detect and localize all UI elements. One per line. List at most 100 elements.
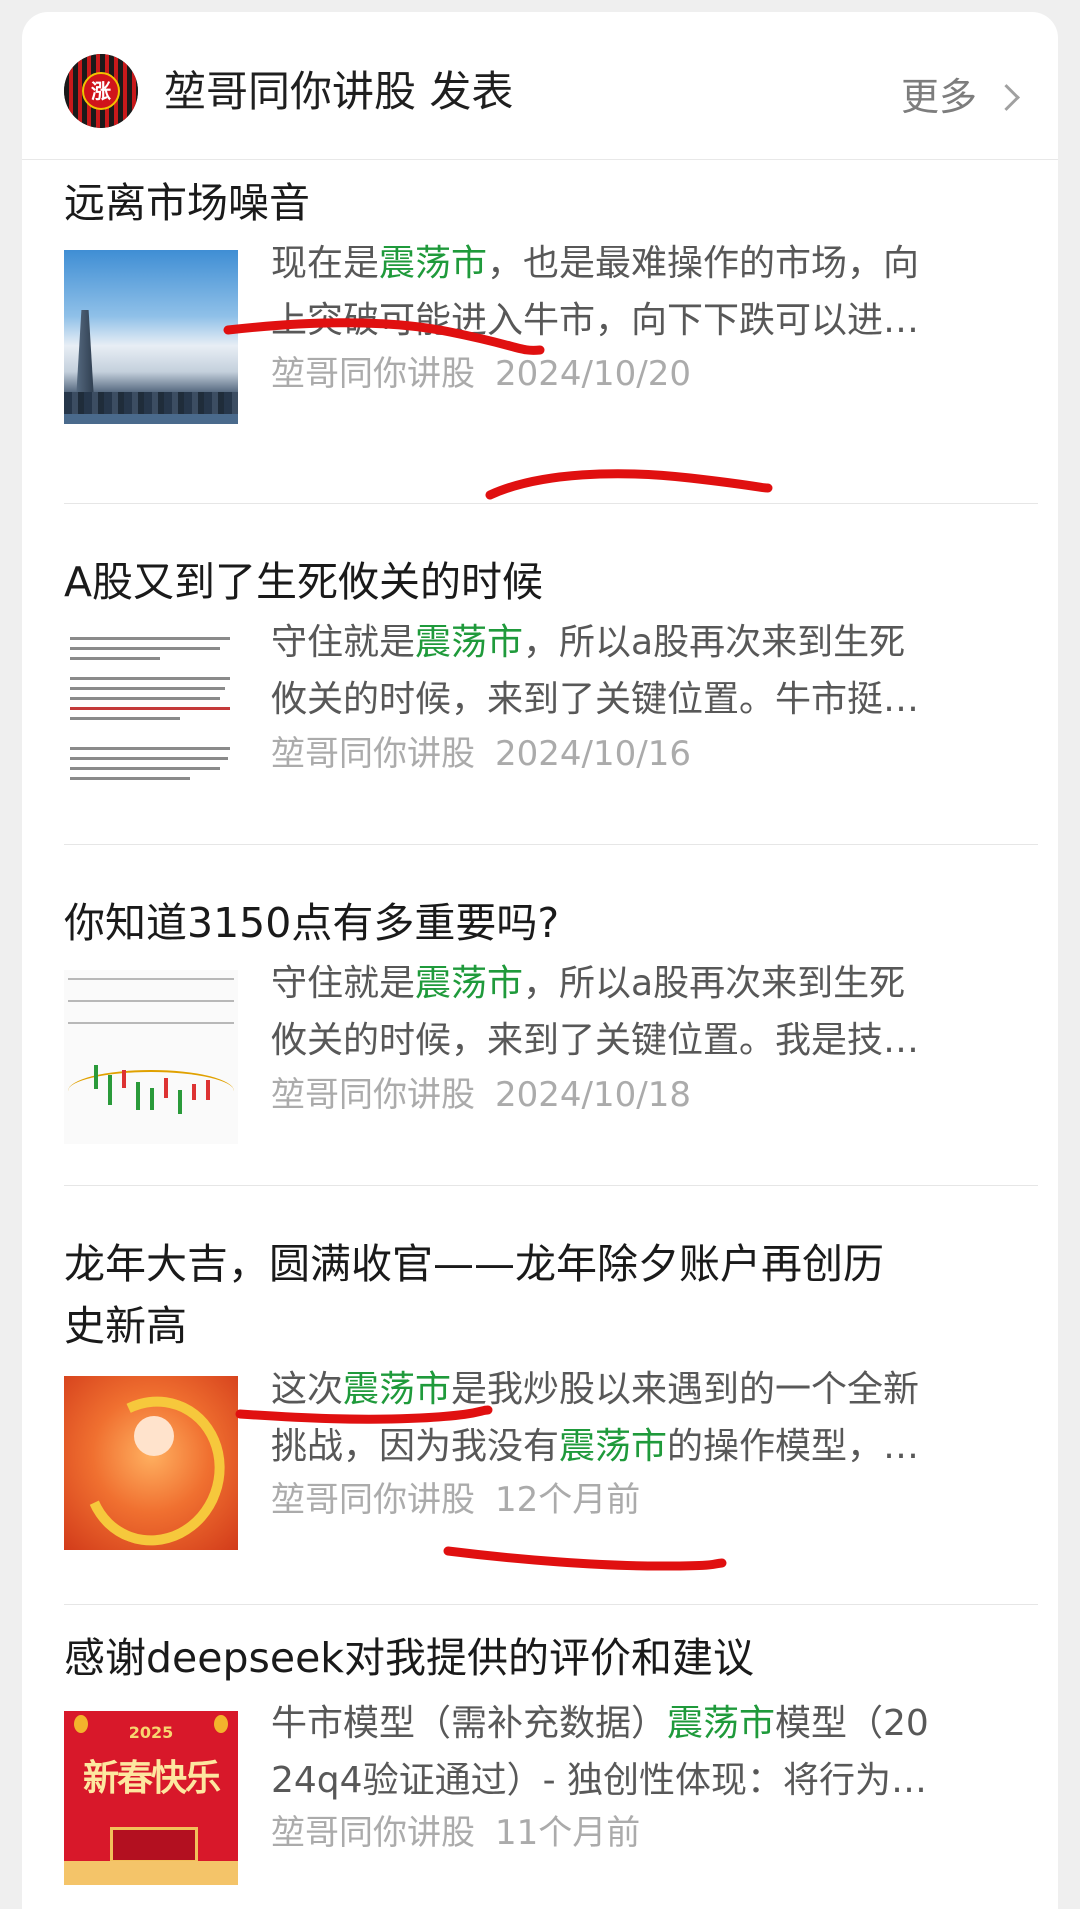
article-summary: 这次震荡市是我炒股以来遇到的一个全新 挑战，因为我没有震荡市的操作模型，…	[271, 1361, 1041, 1475]
summary-text: 的操作模型，…	[667, 1426, 920, 1467]
keyword-highlight: 震荡市	[379, 243, 488, 284]
article-summary: 牛市模型（需补充数据）震荡市模型（20 24q4验证通过）- 独创性体现：将行为…	[271, 1695, 1041, 1809]
summary-text: ，所以a股再次来到生死	[523, 622, 906, 663]
candle	[206, 1080, 210, 1100]
summary-line: 守住就是震荡市，所以a股再次来到生死	[271, 614, 1041, 671]
header-title: 堃哥同你讲股 发表	[164, 67, 514, 116]
article-author: 堃哥同你讲股	[271, 354, 475, 394]
thumbnail-dragon	[64, 1376, 238, 1550]
article-date: 2024/10/20	[495, 354, 691, 394]
summary-line: 这次震荡市是我炒股以来遇到的一个全新	[271, 1361, 1041, 1418]
thumbnail-figure	[134, 1416, 174, 1456]
thumbnail-text-line	[70, 757, 228, 760]
article-summary: 现在是震荡市，也是最难操作的市场，向 上突破可能进入牛市，向下下跌可以进…	[271, 235, 1041, 349]
summary-text: ，所以a股再次来到生死	[523, 963, 906, 1004]
article-date: 2024/10/18	[495, 1075, 691, 1115]
article-meta: 堃哥同你讲股 11个月前	[271, 1813, 640, 1853]
article-title: 远离市场噪音	[64, 179, 310, 227]
more-label: 更多	[900, 75, 977, 119]
article-item[interactable]: 你知道3150点有多重要吗? 守住就是震荡市，所以a股再次来到生死 攸关的时候，…	[22, 845, 1058, 1185]
thumbnail-text-line	[70, 777, 190, 780]
keyword-highlight: 震荡市	[415, 963, 524, 1004]
candle	[94, 1065, 98, 1089]
list-header: 涨 堃哥同你讲股 发表 更多	[22, 12, 1058, 160]
thumbnail-text-line	[70, 707, 230, 710]
summary-text: 模型（20	[775, 1703, 929, 1744]
article-meta: 堃哥同你讲股 12个月前	[271, 1480, 640, 1520]
chevron-right-icon	[993, 83, 1020, 111]
candle	[178, 1090, 182, 1114]
candle	[150, 1088, 154, 1110]
keyword-highlight: 震荡市	[415, 622, 524, 663]
candle	[164, 1078, 168, 1098]
summary-line: 现在是震荡市，也是最难操作的市场，向	[271, 235, 1041, 292]
thumbnail-gate	[110, 1827, 198, 1863]
article-title: 你知道3150点有多重要吗?	[64, 899, 560, 947]
thumbnail-year: 2025	[128, 1723, 174, 1742]
thumbnail-text-line	[70, 657, 160, 660]
summary-text: ，也是最难操作的市场，向	[487, 243, 920, 284]
avatar-badge: 涨	[82, 72, 120, 110]
article-date: 11个月前	[495, 1813, 641, 1853]
article-author: 堃哥同你讲股	[271, 734, 475, 774]
title-line: 史新高	[64, 1302, 187, 1350]
more-button[interactable]: 更多	[900, 75, 1020, 119]
article-title: A股又到了生死攸关的时候	[64, 558, 544, 606]
article-item[interactable]: A股又到了生死攸关的时候 守住就是震荡市，所以a股再次来到生死 攸关的时候，来到…	[22, 504, 1058, 844]
article-summary: 守住就是震荡市，所以a股再次来到生死 攸关的时候，来到了关键位置。牛市挺…	[271, 614, 1041, 728]
article-meta: 堃哥同你讲股 2024/10/20	[271, 354, 691, 394]
article-meta: 堃哥同你讲股 2024/10/16	[271, 734, 691, 774]
thumbnail-greeting: 新春快乐	[82, 1757, 221, 1799]
article-author: 堃哥同你讲股	[271, 1813, 475, 1853]
summary-line: 攸关的时候，来到了关键位置。我是技…	[271, 1020, 920, 1061]
summary-line: 挑战，因为我没有震荡市的操作模型，…	[271, 1418, 1041, 1475]
title-line: 龙年大吉，圆满收官——龙年除夕账户再创历	[64, 1240, 884, 1288]
candle	[192, 1084, 196, 1100]
thumbnail-floor	[64, 1861, 238, 1885]
thumbnail-text-line	[70, 687, 225, 690]
summary-text: 挑战，因为我没有	[271, 1426, 560, 1467]
article-thumbnail: 2025 新春快乐	[64, 1711, 238, 1885]
summary-text: 现在是	[271, 243, 380, 284]
article-item[interactable]: 龙年大吉，圆满收官——龙年除夕账户再创历 史新高 这次震荡市是我炒股以来遇到的一…	[22, 1186, 1058, 1604]
article-date: 12个月前	[495, 1480, 641, 1520]
summary-line: 牛市模型（需补充数据）震荡市模型（20	[271, 1695, 1041, 1752]
thumbnail-text-line	[70, 647, 220, 650]
thumbnail-skyline	[64, 392, 238, 414]
article-meta: 堃哥同你讲股 2024/10/18	[271, 1075, 691, 1115]
summary-line: 守住就是震荡市，所以a股再次来到生死	[271, 955, 1041, 1012]
article-thumbnail	[64, 970, 238, 1144]
summary-text: 这次	[271, 1369, 344, 1410]
thumbnail-text-line	[70, 747, 230, 750]
thumbnail-bar	[68, 1000, 234, 1002]
keyword-highlight: 震荡市	[559, 1426, 668, 1467]
summary-text: 牛市模型（需补充数据）	[271, 1703, 668, 1744]
article-thumbnail	[64, 629, 238, 803]
summary-line: 攸关的时候，来到了关键位置。牛市挺…	[271, 679, 920, 720]
article-author: 堃哥同你讲股	[271, 1480, 475, 1520]
keyword-highlight: 震荡市	[343, 1369, 452, 1410]
thumbnail-tower	[76, 310, 94, 400]
thumbnail-bar	[68, 978, 234, 980]
summary-text: 守住就是	[271, 963, 416, 1004]
article-item[interactable]: 远离市场噪音 现在是震荡市，也是最难操作的市场，向 上突破可能进入牛市，向下下跌…	[22, 160, 1058, 425]
candle	[108, 1075, 112, 1105]
thumbnail-bar	[68, 1022, 234, 1024]
summary-text: 是我炒股以来遇到的一个全新	[451, 1369, 920, 1410]
article-title: 感谢deepseek对我提供的评价和建议	[64, 1634, 755, 1682]
thumbnail-text-line	[70, 717, 180, 720]
article-title: 龙年大吉，圆满收官——龙年除夕账户再创历 史新高	[64, 1233, 1024, 1357]
thumbnail-text-line	[70, 767, 220, 770]
thumbnail-text-line	[70, 677, 230, 680]
article-summary: 守住就是震荡市，所以a股再次来到生死 攸关的时候，来到了关键位置。我是技…	[271, 955, 1041, 1069]
thumbnail-water	[64, 414, 238, 424]
article-date: 2024/10/16	[495, 734, 691, 774]
article-thumbnail	[64, 250, 238, 424]
summary-text: 守住就是	[271, 622, 416, 663]
avatar[interactable]: 涨	[64, 54, 138, 128]
candle	[122, 1070, 126, 1088]
article-item[interactable]: 感谢deepseek对我提供的评价和建议 2025 新春快乐 牛市模型（需补充数…	[22, 1605, 1058, 1909]
thumbnail-text-line	[70, 637, 230, 640]
thumbnail-text-line	[70, 697, 220, 700]
summary-line: 24q4验证通过）- 独创性体现：将行为…	[271, 1760, 927, 1801]
